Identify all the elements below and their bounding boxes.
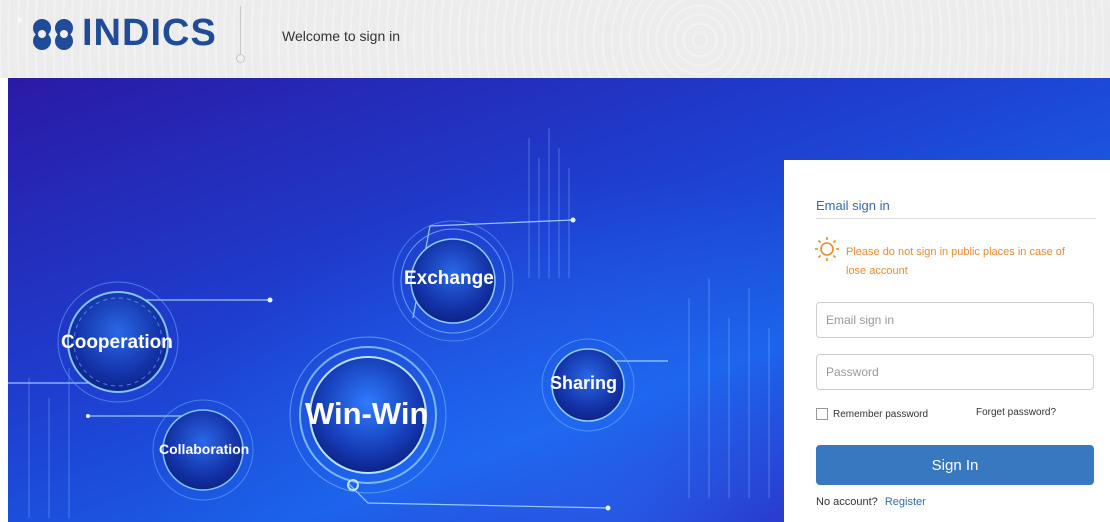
indics-logo[interactable]: INDICS	[28, 12, 217, 55]
bulb-icon	[815, 237, 839, 261]
collaboration-label: Collaboration	[159, 441, 250, 457]
remember-label: Remember password	[833, 408, 929, 420]
security-warning: Please do not sign in public places in c…	[846, 246, 1065, 277]
signin-panel: Email sign in Please do not sign in publ…	[784, 160, 1110, 522]
tab-underline	[816, 218, 1096, 219]
register-link[interactable]: Register	[885, 496, 926, 508]
forget-password-link[interactable]: Forget password?	[976, 407, 1056, 418]
sign-in-button[interactable]: Sign In	[816, 445, 1094, 485]
no-account-row: No account? Register	[816, 496, 926, 508]
sharing-label: Sharing	[550, 373, 618, 393]
header: INDICS Welcome to sign in	[0, 0, 1110, 78]
header-divider	[240, 6, 241, 61]
no-account-text: No account?	[816, 496, 878, 508]
cooperation-label: Cooperation	[61, 332, 173, 353]
indics-logo-icon	[33, 18, 73, 50]
email-input[interactable]	[816, 302, 1094, 338]
remember-checkbox[interactable]	[816, 408, 828, 420]
password-input[interactable]	[816, 354, 1094, 390]
header-divider-dot	[236, 54, 245, 63]
winwin-label: Win-Win	[305, 396, 429, 431]
exchange-label: Exchange	[404, 268, 494, 289]
remember-password[interactable]: Remember password	[816, 408, 928, 420]
welcome-text: Welcome to sign in	[282, 28, 401, 44]
tab-email-sign-in[interactable]: Email sign in	[816, 198, 890, 213]
logo-text: INDICS	[82, 12, 217, 54]
